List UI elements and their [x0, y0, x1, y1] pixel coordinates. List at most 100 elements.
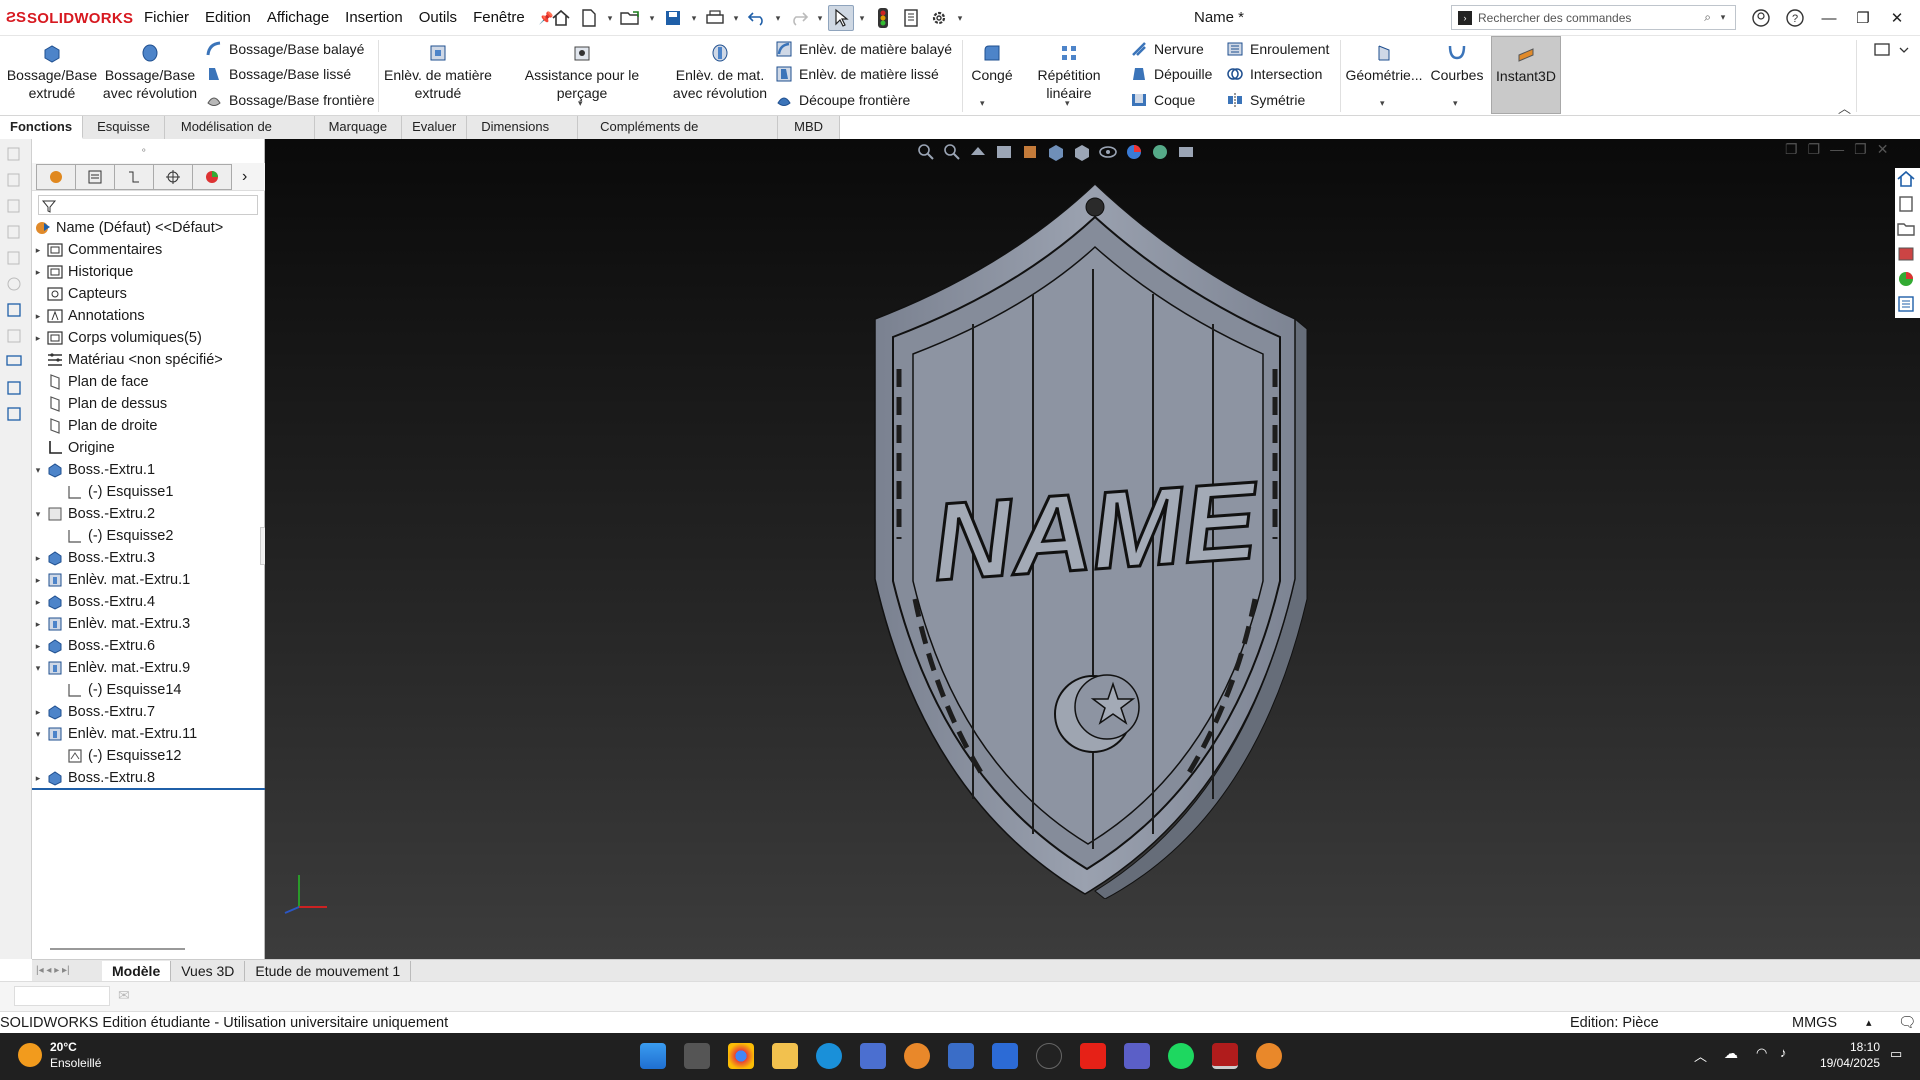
chevron-down-icon[interactable]: ▾ [32, 657, 44, 679]
feature-tree-item[interactable]: Origine [32, 437, 115, 459]
chevron-right-icon[interactable]: ▸ [32, 635, 44, 657]
enroulement-button[interactable]: Enroulement [1226, 38, 1329, 60]
chevron-down-icon[interactable]: ▾ [32, 723, 44, 745]
store-icon[interactable] [860, 1043, 886, 1069]
bossage-frontiere-button[interactable]: Bossage/Base frontière [205, 89, 375, 111]
panel-grip-icon[interactable]: ⚬ [140, 145, 148, 156]
tab-esquisse[interactable]: Esquisse [83, 116, 165, 139]
redo-icon[interactable] [786, 5, 812, 31]
nervure-button[interactable]: Nervure [1130, 38, 1204, 60]
view-settings-icon[interactable] [1175, 141, 1197, 163]
task-view-icon[interactable] [684, 1043, 710, 1069]
wifi-icon[interactable]: ◠ [1756, 1045, 1767, 1061]
copy-icon[interactable] [5, 275, 27, 295]
graphics-area[interactable]: ❐ ❐ — ❐ ✕ NAME [265, 139, 1920, 959]
ribbon-options-icon[interactable] [1872, 40, 1912, 63]
design-library-icon[interactable] [1895, 193, 1917, 215]
enlev-extrude-button[interactable]: Enlèv. de matière extrudé [382, 42, 494, 102]
dynamic-annotation-icon[interactable] [1019, 141, 1041, 163]
search-icon[interactable]: ⌕ [1704, 10, 1711, 25]
file-explorer-icon[interactable] [1895, 218, 1917, 240]
file-explorer-icon[interactable] [772, 1043, 798, 1069]
display-icon[interactable] [5, 353, 27, 373]
volume-icon[interactable]: ♪ [1780, 1045, 1787, 1060]
bossage-extrude-button[interactable]: Bossage/Base extrudé [6, 42, 98, 102]
menu-insertion[interactable]: Insertion [337, 0, 411, 36]
chevron-up-icon[interactable]: ▴ [1866, 1012, 1872, 1034]
chevron-right-icon[interactable]: ▸ [32, 569, 44, 591]
feature-tree-item[interactable]: (-) Esquisse12 [52, 745, 181, 767]
rollback-bar[interactable] [32, 788, 265, 790]
collapse-ribbon-icon[interactable]: ︿ [1838, 98, 1851, 117]
zoom-area-icon[interactable] [941, 141, 963, 163]
chevron-right-icon[interactable]: ▸ [32, 591, 44, 613]
depouille-button[interactable]: Dépouille [1130, 63, 1212, 85]
tab-etude-mouvement[interactable]: Etude de mouvement 1 [245, 960, 412, 981]
print-icon[interactable] [702, 5, 728, 31]
youtube-icon[interactable] [1080, 1043, 1106, 1069]
decoupe-frontiere-button[interactable]: Découpe frontière [775, 89, 910, 111]
tab-marquage[interactable]: Marquage [314, 116, 403, 139]
rebuild-traffic-light-icon[interactable] [870, 5, 896, 31]
bossage-balaye-button[interactable]: Bossage/Base balayé [205, 38, 364, 60]
open-icon[interactable] [618, 5, 644, 31]
zoom-to-fit-icon[interactable] [915, 141, 937, 163]
bossage-revolution-button[interactable]: Bossage/Base avec révolution [100, 42, 200, 102]
copy-icon[interactable] [5, 145, 27, 165]
section-view-icon[interactable] [993, 141, 1015, 163]
layer-icon[interactable] [5, 379, 27, 399]
chevron-down-icon[interactable]: ▾ [730, 13, 742, 24]
command-search-input[interactable]: › Rechercher des commandes ⌕ ▾ [1451, 5, 1736, 30]
help-icon[interactable]: ? [1780, 3, 1810, 33]
bossage-lisse-button[interactable]: Bossage/Base lissé [205, 63, 351, 85]
chevron-down-icon[interactable]: ▾ [980, 98, 985, 109]
intersection-button[interactable]: Intersection [1226, 63, 1322, 85]
viewport-tile-icon[interactable]: ❐ [1808, 141, 1821, 158]
feature-tree-item[interactable]: ▸ Annotations [32, 305, 145, 327]
feature-tree-item[interactable]: ▸ Enlèv. mat.-Extru.1 [32, 569, 190, 591]
notification-icon[interactable]: ▭ [1890, 1046, 1902, 1062]
feature-tree-item[interactable]: ▸ Boss.-Extru.7 [32, 701, 155, 723]
menu-fichier[interactable]: Fichier [136, 0, 197, 36]
solidworks-taskbar-icon[interactable] [1212, 1043, 1238, 1069]
chevron-right-icon[interactable]: ▸ [32, 327, 44, 349]
feature-tree-item[interactable]: ▸ Enlèv. mat.-Extru.3 [32, 613, 190, 635]
copy-icon[interactable] [5, 171, 27, 191]
feature-tree-item[interactable]: ▸ Boss.-Extru.8 [32, 767, 155, 789]
edit-appearance-icon[interactable] [1123, 141, 1145, 163]
chevron-right-icon[interactable]: ▸ [32, 767, 44, 789]
feature-tree-item[interactable]: ▾ Boss.-Extru.1 [32, 459, 155, 481]
feature-tree-item[interactable]: (-) Esquisse1 [52, 481, 173, 503]
dimxpert-tab-icon[interactable] [153, 163, 193, 190]
feature-tree-item[interactable]: ▸ Boss.-Extru.3 [32, 547, 155, 569]
tab-modelisation-maillage[interactable]: Modélisation de maillage [164, 116, 315, 156]
tab-modele[interactable]: Modèle [102, 960, 172, 981]
menu-affichage[interactable]: Affichage [259, 0, 337, 36]
hide-show-items-icon[interactable] [1097, 141, 1119, 163]
chevron-down-icon[interactable]: ▾ [1380, 98, 1385, 109]
configuration-manager-tab-icon[interactable] [114, 163, 154, 190]
viewport-close-icon[interactable]: ✕ [1877, 141, 1889, 158]
tab-evaluer[interactable]: Evaluer [402, 116, 468, 139]
chevron-down-icon[interactable]: ▾ [1453, 98, 1458, 109]
clock-time[interactable]: 18:10 [1820, 1040, 1880, 1054]
sun-weather-icon[interactable] [18, 1043, 42, 1067]
chevron-down-icon[interactable]: ▾ [646, 13, 658, 24]
enlev-revolution-button[interactable]: Enlèv. de mat. avec révolution [668, 42, 772, 102]
shield-model[interactable]: NAME [855, 179, 1315, 899]
enlev-balaye-button[interactable]: Enlèv. de matière balayé [775, 38, 952, 60]
feature-tree-item[interactable]: ▸ Boss.-Extru.6 [32, 635, 155, 657]
comment-icon[interactable]: 🗨 [1898, 1012, 1916, 1034]
chevron-down-icon[interactable]: ▾ [954, 13, 966, 24]
feature-tree-item[interactable]: ▸ Boss.-Extru.4 [32, 591, 155, 613]
new-document-icon[interactable] [576, 5, 602, 31]
view-palette-icon[interactable] [1895, 243, 1917, 265]
blender-icon[interactable] [904, 1043, 930, 1069]
units-selector[interactable]: MMGS [1792, 1012, 1837, 1034]
view-orientation-icon[interactable] [1045, 141, 1067, 163]
appearances-icon[interactable] [1895, 268, 1917, 290]
symetrie-button[interactable]: Symétrie [1226, 89, 1305, 111]
tab-complements[interactable]: Compléments de SOLIDWORKS [578, 116, 779, 156]
chevron-down-icon[interactable]: ▾ [856, 13, 868, 24]
feature-filter-input[interactable] [38, 195, 258, 215]
